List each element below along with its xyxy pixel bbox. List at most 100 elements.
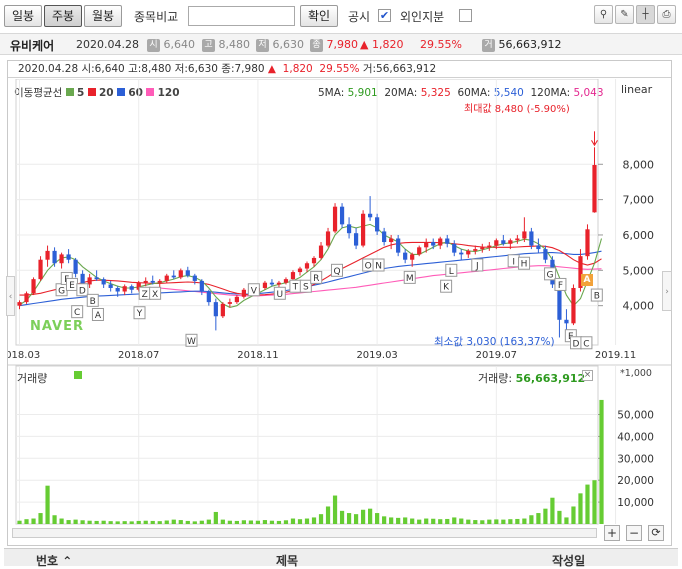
volume-header-value: 거래량: 56,663,912	[478, 372, 586, 385]
volume-bar	[255, 520, 261, 524]
volume-bar	[185, 520, 190, 524]
naver-watermark: NAVER	[30, 319, 85, 334]
candle-body	[150, 280, 155, 283]
price-chart[interactable]: 4,000 5,000 6,000 7,000 8,000 2018.03 2018.07 2…	[8, 79, 671, 545]
col-date-header: 작성일	[552, 554, 586, 568]
event-marker-label: M	[406, 274, 414, 284]
print-icon[interactable]: ⎙	[657, 5, 676, 24]
chart-right-arrow[interactable]: ›	[662, 271, 672, 311]
volume-tick-label: 30,000	[617, 453, 654, 465]
volume-bar	[276, 520, 282, 524]
event-marker-label: B	[90, 297, 96, 307]
period-tab-weekly[interactable]: 주봉	[44, 5, 82, 27]
min-price-label: 최소값 3,030 (163,37%)	[434, 336, 555, 348]
volume-bar	[522, 518, 527, 524]
chart-frame: 2020.04.28 시:6,640 고:8,480 저:6,630 종:7,9…	[6, 60, 672, 546]
event-marker-label: Y	[136, 309, 143, 319]
period-tab-daily[interactable]: 일봉	[4, 5, 42, 27]
volume-bar	[578, 493, 583, 524]
candle-body	[445, 238, 450, 244]
volume-legend-swatch	[74, 371, 82, 379]
volume-bar	[353, 514, 359, 524]
candle-body	[213, 302, 218, 317]
volume-bar	[346, 513, 352, 524]
event-marker-label: Z	[142, 290, 148, 300]
candle-body	[227, 302, 232, 304]
volume-close-icon[interactable]: ×	[582, 370, 593, 381]
volume-bar	[339, 510, 345, 524]
event-marker-label: F	[558, 281, 563, 291]
candle-body	[325, 231, 331, 246]
candle-body	[410, 254, 415, 260]
period-tab-monthly[interactable]: 월봉	[84, 5, 122, 27]
disclosure-checkbox[interactable]: ✔	[378, 9, 391, 22]
candle-body	[536, 245, 541, 250]
candle-body	[262, 282, 268, 288]
event-marker-label: O	[365, 262, 372, 272]
candle-body	[318, 245, 324, 258]
close-price: 7,980	[326, 38, 359, 51]
event-marker-label: B	[594, 292, 600, 302]
volume-bar	[157, 521, 162, 524]
volume-bar	[389, 517, 394, 524]
volume-bar	[473, 520, 478, 524]
pin-icon[interactable]: ⚲	[594, 5, 613, 24]
volume-bar	[129, 521, 134, 524]
candle-body	[473, 249, 478, 251]
zoom-in-button[interactable]: +	[604, 525, 620, 541]
compare-label: 종목비교	[134, 10, 179, 24]
price-change-pct: 29.55%	[420, 38, 462, 51]
candle-body	[276, 282, 282, 285]
chart-left-arrow[interactable]: ‹	[6, 276, 15, 316]
volume-bar	[501, 519, 506, 524]
candle-body	[346, 224, 352, 234]
compare-input[interactable]	[188, 6, 295, 26]
chart-ohlc-header: 2020.04.28 시:6,640 고:8,480 저:6,630 종:7,9…	[8, 61, 671, 78]
zoom-out-button[interactable]: −	[626, 525, 642, 541]
event-marker-label: W	[187, 337, 196, 347]
volume-value: 56,663,912	[498, 38, 562, 51]
candle-body	[508, 240, 513, 244]
candle-body	[73, 259, 78, 274]
candle-body	[94, 277, 99, 280]
crosshair-icon[interactable]: ┼	[636, 5, 655, 24]
col-title-header: 제목	[276, 554, 299, 568]
volume-bar	[31, 518, 36, 524]
candle-body	[417, 247, 422, 255]
event-marker-label: S	[303, 283, 309, 293]
volume-bar	[122, 521, 127, 524]
horizontal-scrollbar[interactable]	[12, 528, 597, 538]
volume-bar	[318, 514, 324, 524]
volume-bar	[445, 518, 450, 524]
event-marker-label: C	[74, 308, 80, 318]
volume-bar	[571, 506, 576, 524]
foreign-ownership-checkbox[interactable]	[459, 9, 472, 22]
volume-bar	[94, 520, 99, 524]
volume-bar	[17, 520, 22, 524]
candle-body	[171, 275, 176, 278]
event-marker-label: V	[251, 286, 258, 296]
volume-bar	[564, 517, 569, 524]
volume-bar	[213, 511, 218, 524]
volume-bar	[241, 520, 246, 524]
refresh-icon[interactable]: ⟳	[648, 525, 664, 541]
confirm-button[interactable]: 확인	[300, 5, 338, 27]
volume-bar	[396, 517, 401, 524]
stock-info-bar: 유비케어 2020.04.28 시 6,640 고 8,480 저 6,630 …	[0, 33, 682, 55]
volume-unit-label: *1,000	[620, 368, 652, 379]
candle-body	[66, 254, 71, 260]
candle-body	[101, 279, 106, 285]
stock-date: 2020.04.28	[76, 38, 139, 51]
col-num-header[interactable]: 번호 ⌃	[36, 552, 72, 569]
open-price: 6,640	[163, 38, 196, 51]
candle-body	[192, 275, 197, 281]
candle-body	[332, 206, 338, 232]
pencil-icon[interactable]: ✎	[615, 5, 634, 24]
foreign-ownership-label: 외인지분	[400, 10, 445, 24]
volume-bar	[325, 506, 331, 524]
volume-bar	[143, 520, 148, 524]
price-tick-label: 8,000	[623, 158, 655, 171]
candle-body	[45, 250, 50, 260]
volume-bar	[368, 508, 373, 524]
high-badge: 고	[202, 38, 215, 52]
